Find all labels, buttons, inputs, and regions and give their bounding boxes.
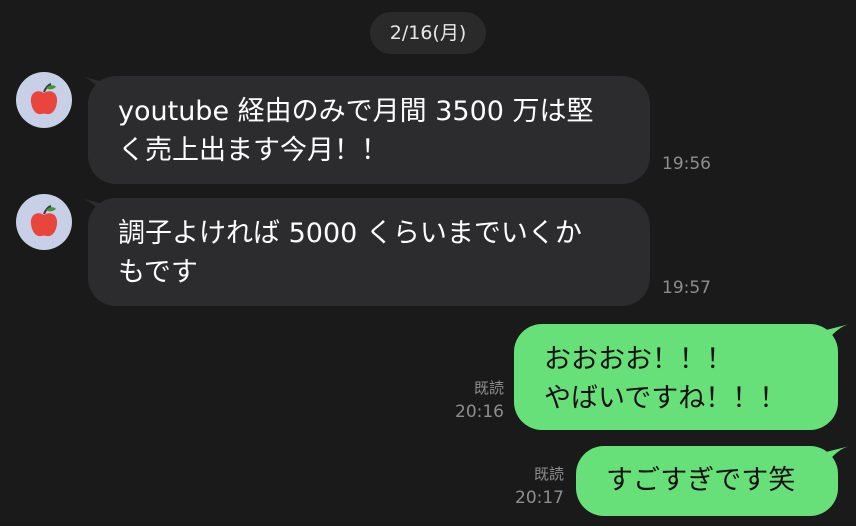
apple-icon <box>30 205 58 237</box>
date-separator: 2/16(月) <box>370 12 486 54</box>
avatar[interactable] <box>16 72 72 128</box>
read-receipt: 既読 <box>533 465 564 483</box>
message-text-line: おおおお！！！ <box>544 344 733 375</box>
message-time: 20:17 <box>515 488 564 508</box>
avatar[interactable] <box>16 194 72 250</box>
message-bubble-incoming[interactable]: youtube 経由のみで月間 3500 万は堅 く売上出ます今月！！ <box>88 76 650 184</box>
message-text-line: やばいですね！！！ <box>544 383 787 414</box>
message-time: 19:57 <box>662 278 711 298</box>
message-time: 20:16 <box>455 402 504 422</box>
message-text-line: 調子よければ 5000 くらいまでいくか <box>118 218 582 249</box>
message-time: 19:56 <box>662 154 711 174</box>
message-text-line: すごすぎです笑 <box>606 465 796 496</box>
message-bubble-outgoing[interactable]: すごすぎです笑 <box>576 446 838 516</box>
message-bubble-incoming[interactable]: 調子よければ 5000 くらいまでいくか もです <box>88 198 650 306</box>
bubble-tail <box>826 324 850 342</box>
read-receipt: 既読 <box>473 379 504 397</box>
message-text-line: youtube 経由のみで月間 3500 万は堅 <box>118 96 594 127</box>
message-text-line: もです <box>118 257 198 288</box>
bubble-tail <box>826 446 850 464</box>
message-bubble-outgoing[interactable]: おおおお！！！ やばいですね！！！ <box>514 324 838 430</box>
apple-icon <box>30 83 58 115</box>
message-text-line: く売上出ます今月！！ <box>118 135 388 166</box>
